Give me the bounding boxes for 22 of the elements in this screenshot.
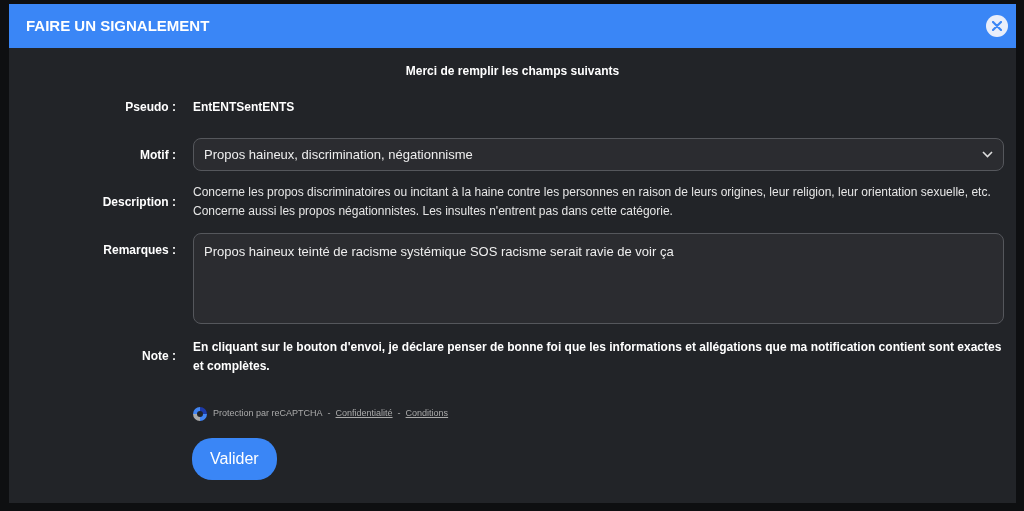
modal-title: FAIRE UN SIGNALEMENT bbox=[26, 15, 210, 36]
privacy-link[interactable]: Confidentialité bbox=[335, 407, 393, 421]
pseudo-value: EntENTSentENTS bbox=[193, 100, 295, 114]
field-label: Motif : bbox=[139, 146, 176, 164]
field-label: Pseudo : bbox=[124, 99, 176, 116]
description-text: Concerne les propos discriminatoires ou incitant à la haine contre les personnes en raison de leurs origines, leur religion, leur orientation sexuelle, etc. Concerne aussi les propos négationnistes. Les insultes n'entrent pas dans cette catégorie. bbox=[193, 184, 992, 220]
intro-text: Merci de remplir les champs suivants bbox=[404, 63, 621, 80]
chevron-down-icon bbox=[982, 151, 993, 158]
terms-link[interactable]: Conditions bbox=[405, 407, 449, 421]
field-label: Note : bbox=[141, 348, 176, 365]
separator-text: - bbox=[397, 407, 401, 421]
recaptcha-icon bbox=[192, 406, 208, 422]
close-icon bbox=[992, 21, 1002, 31]
motif-select[interactable]: Propos haineux, discrimination, négationnisme bbox=[193, 138, 1004, 171]
close-button[interactable] bbox=[986, 15, 1008, 37]
field-label: Description : bbox=[101, 194, 176, 211]
recaptcha-text: Protection par reCAPTCHA bbox=[213, 407, 323, 421]
note-text: En cliquant sur le bouton d'envoi, je déclare penser de bonne foi que les informations et allégations que ma notification contient sont exactes et complètes. bbox=[193, 339, 1003, 375]
field-label: Remarques : bbox=[102, 242, 176, 259]
separator-text: - bbox=[327, 407, 331, 421]
submit-button[interactable]: Valider bbox=[192, 438, 277, 480]
remarks-field[interactable]: Propos haineux teinté de racisme systémique SOS racisme serait ravie de voir ça bbox=[193, 233, 1004, 324]
